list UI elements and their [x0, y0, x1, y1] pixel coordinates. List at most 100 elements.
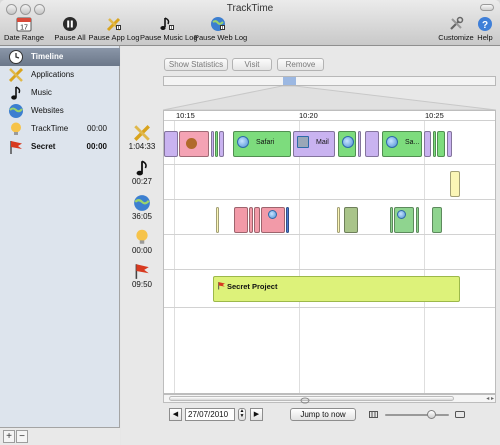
row-header-music: 00:27	[121, 159, 163, 186]
main-panel: Show Statistics Visit Remove 10:15 10:20…	[121, 46, 500, 445]
app-usage-bar[interactable]	[447, 131, 452, 157]
web-usage-bar[interactable]	[234, 207, 248, 233]
web-usage-bar[interactable]	[254, 207, 260, 233]
scroll-arrows[interactable]: ◂ ▸	[486, 395, 494, 402]
remove-button[interactable]: Remove	[277, 58, 324, 71]
app-usage-bar[interactable]	[424, 131, 431, 157]
date-range-label: Date Range	[4, 33, 45, 42]
scroll-knob[interactable]	[300, 397, 310, 404]
window-title: TrackTime	[226, 3, 274, 14]
show-statistics-button[interactable]: Show Statistics	[164, 58, 228, 71]
pause-music-log-button[interactable]: Pause Music Log	[140, 16, 198, 44]
app-usage-bar[interactable]: Safari	[233, 131, 291, 157]
sidebar-item-secret[interactable]: Secret 00:00	[0, 138, 120, 156]
overview-selection[interactable]	[283, 77, 296, 85]
row-header-websites: 36:05	[121, 194, 163, 221]
remove-item-button[interactable]: −	[16, 430, 28, 443]
applications-icon	[106, 17, 121, 32]
toolbar-toggle-button[interactable]	[480, 4, 494, 11]
app-usage-bar[interactable]	[437, 131, 445, 157]
web-usage-bar[interactable]	[337, 207, 340, 233]
web-usage-bar[interactable]	[249, 207, 253, 233]
zoom-in-icon	[455, 411, 465, 418]
music-note-icon	[136, 160, 147, 176]
pause-all-button[interactable]: Pause All	[52, 16, 88, 44]
globe-icon	[9, 104, 23, 118]
app-icon	[186, 138, 197, 149]
flag-icon	[10, 141, 22, 154]
zoom-slider-track[interactable]	[385, 414, 449, 416]
tools-icon	[450, 16, 464, 30]
web-usage-bar[interactable]	[216, 207, 219, 233]
row-header-secret: 09:50	[121, 262, 163, 289]
pause-music-log-label: Pause Music Log	[140, 33, 198, 42]
music-usage-bar[interactable]	[450, 171, 460, 197]
lightbulb-icon	[136, 229, 148, 244]
sidebar-item-timeline[interactable]: Timeline	[0, 48, 120, 66]
sidebar-footer: + −	[0, 427, 120, 445]
previous-day-button[interactable]: ◀	[169, 408, 182, 421]
customize-button[interactable]: Customize	[438, 16, 474, 44]
row-header-applications: 1:04:33	[121, 124, 163, 151]
visit-button[interactable]: Visit	[232, 58, 272, 71]
sidebar-item-label: Secret	[31, 142, 56, 151]
hour-label: 10:20	[299, 111, 318, 120]
sidebar-item-music[interactable]: Music	[0, 84, 120, 102]
web-usage-bar[interactable]	[286, 207, 289, 233]
app-usage-bar[interactable]	[433, 131, 436, 157]
zoom-slider-knob[interactable]	[427, 410, 436, 419]
sidebar-item-applications[interactable]: Applications	[0, 66, 120, 84]
web-usage-bar[interactable]	[432, 207, 442, 233]
sidebar-item-label: Music	[31, 88, 52, 97]
app-usage-bar[interactable]	[365, 131, 379, 157]
help-button[interactable]: ? Help	[474, 16, 496, 44]
row-time: 36:05	[131, 212, 153, 221]
app-usage-bar[interactable]	[179, 131, 209, 157]
pause-web-log-button[interactable]: Pause Web Log	[194, 16, 247, 44]
pause-icon	[63, 17, 77, 31]
applications-icon	[8, 67, 24, 83]
app-usage-bar[interactable]	[164, 131, 178, 157]
safari-icon	[386, 136, 398, 148]
date-field[interactable]: 27/07/2010	[185, 408, 235, 421]
sidebar-item-label: Applications	[31, 70, 75, 79]
row-time: 1:04:33	[128, 142, 156, 151]
pause-app-log-button[interactable]: Pause App Log	[88, 16, 140, 44]
title-bar: TrackTime 17 Date Range Pause All Pause …	[0, 0, 500, 46]
sidebar-item-label: Timeline	[31, 52, 64, 61]
calendar-icon: 17	[16, 17, 32, 32]
scroll-thumb[interactable]	[169, 396, 454, 404]
jump-to-now-button[interactable]: Jump to now	[290, 408, 356, 421]
web-usage-bar[interactable]	[390, 207, 393, 233]
web-usage-bar[interactable]	[416, 207, 419, 233]
app-usage-bar[interactable]: Mail	[293, 131, 335, 157]
sidebar-item-label: TrackTime	[31, 124, 69, 133]
safari-icon	[342, 136, 354, 148]
app-usage-bar[interactable]	[215, 131, 218, 157]
hour-label: 10:15	[176, 111, 195, 120]
svg-text:17: 17	[20, 25, 28, 32]
row-time: 09:50	[131, 280, 153, 289]
web-usage-bar[interactable]	[344, 207, 358, 233]
zoom-out-icon	[369, 411, 378, 418]
date-stepper[interactable]: ▲ ▼	[238, 408, 246, 421]
web-usage-bar[interactable]	[261, 207, 285, 233]
web-usage-bar[interactable]	[394, 207, 414, 233]
sidebar-item-tracktime[interactable]: TrackTime 00:00	[0, 120, 120, 138]
app-usage-bar[interactable]	[211, 131, 214, 157]
horizontal-scrollbar[interactable]: ◂ ▸	[163, 394, 496, 404]
app-usage-bar[interactable]: Sa...	[382, 131, 422, 157]
secret-project-bar[interactable]: Secret Project	[213, 276, 460, 302]
sidebar-item-websites[interactable]: Websites	[0, 102, 120, 120]
next-day-button[interactable]: ▶	[250, 408, 263, 421]
hour-label: 10:25	[425, 111, 444, 120]
add-button[interactable]: +	[3, 430, 15, 443]
globe-icon	[397, 210, 406, 219]
secret-project-label: Secret Project	[227, 282, 278, 291]
app-usage-bar[interactable]	[358, 131, 361, 157]
app-usage-bar[interactable]	[219, 131, 224, 157]
timeline-grid[interactable]: 10:15 10:20 10:25 Safari Mail Sa... Secr…	[163, 110, 496, 394]
date-range-button[interactable]: 17 Date Range	[4, 16, 44, 44]
app-usage-bar[interactable]	[338, 131, 356, 157]
overview-strip[interactable]	[163, 76, 496, 86]
